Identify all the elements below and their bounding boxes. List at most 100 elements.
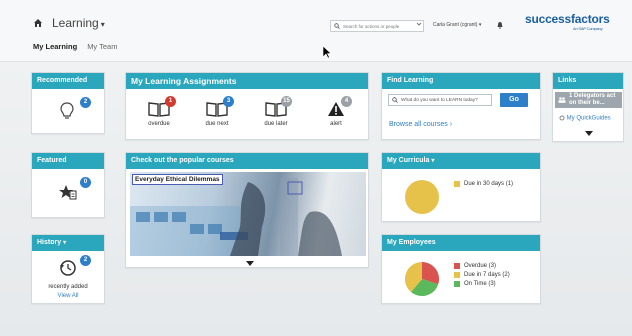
tile-title: History — [37, 239, 62, 246]
chevron-down-icon: ▾ — [431, 158, 435, 164]
links-tile: Links 1 Delegators act on their be... My… — [552, 72, 624, 142]
assignment-count-badge: 15 — [281, 96, 292, 107]
assignment-overdue[interactable]: overdue 1 — [134, 96, 184, 127]
home-icon[interactable] — [33, 18, 43, 28]
tab-my-learning[interactable]: My Learning — [33, 42, 77, 51]
legend-label: Due in 30 days (1) — [464, 181, 514, 187]
popular-courses-tile: Check out the popular courses Everyday E… — [125, 152, 369, 268]
legend-swatch — [454, 281, 460, 287]
link-text: Browse all courses — [389, 121, 448, 128]
search-dropdown-button[interactable] — [414, 21, 423, 31]
learning-search-input[interactable]: What do you want to LEARN today? — [388, 94, 492, 106]
delegators-item[interactable]: 1 Delegators act on their be... — [555, 92, 622, 108]
logo-text: successfactors — [525, 12, 610, 26]
chevron-down-icon[interactable] — [585, 131, 593, 136]
search-placeholder: Search for actions or people — [343, 23, 400, 29]
learning-assignments-tile: My Learning Assignments overdue 1 due ne… — [125, 72, 369, 140]
successfactors-logo[interactable]: successfactors An SAP Company — [525, 12, 610, 31]
tile-title: Featured — [37, 157, 67, 164]
tab-my-team[interactable]: My Team — [87, 42, 117, 51]
tile-header[interactable]: My Curricula ▾ — [382, 153, 540, 169]
assignment-count-badge: 4 — [341, 96, 352, 107]
module-label: Learning — [52, 16, 99, 30]
tile-header: My Learning Assignments — [126, 73, 368, 89]
legend-item: Overdue (3) — [454, 263, 510, 269]
search-icon — [392, 97, 398, 103]
people-icon — [558, 97, 566, 103]
assignment-label: alert — [330, 121, 342, 127]
chevron-down-icon: ▾ — [63, 240, 67, 246]
recommended-tile[interactable]: Recommended 2 — [31, 72, 105, 134]
star-list-icon — [59, 185, 77, 200]
find-learning-tile: Find Learning What do you want to LEARN … — [381, 72, 541, 140]
app-frame: Learning ▾ Search for actions or people C… — [0, 0, 632, 336]
tile-header: Recommended — [32, 73, 104, 89]
history-count-badge: 2 — [80, 255, 91, 266]
recommended-count-badge: 2 — [80, 97, 91, 108]
legend-swatch — [454, 272, 460, 278]
lightbulb-icon — [60, 102, 74, 119]
browse-all-courses-link[interactable]: Browse all courses › — [389, 121, 452, 128]
my-curricula-tile: My Curricula ▾ Due in 30 days (1) — [381, 152, 541, 222]
search-icon — [334, 23, 340, 29]
legend-item: Due in 30 days (1) — [454, 181, 513, 187]
top-bar: Learning ▾ Search for actions or people C… — [0, 0, 632, 62]
featured-count-badge: 0 — [80, 177, 91, 188]
search-input[interactable]: Search for actions or people — [330, 20, 424, 32]
link-text: My QuickGuides — [566, 115, 611, 122]
assignment-count-badge: 3 — [223, 96, 234, 107]
carousel-next-icon[interactable] — [246, 261, 254, 266]
tile-title: My Curricula — [387, 157, 430, 164]
legend-label: Due in 7 days (2) — [464, 272, 510, 278]
assignment-label: due next — [205, 121, 229, 127]
my-employees-tile: My Employees Overdue (3) Due in 7 days (… — [381, 234, 541, 304]
delegators-text: 1 Delegators act on their be... — [569, 93, 616, 106]
tile-header[interactable]: History ▾ — [32, 235, 104, 251]
tile-header: Find Learning — [382, 73, 540, 89]
gear-icon — [559, 115, 565, 121]
legend-label: Overdue (3) — [464, 263, 497, 269]
tile-title: My Learning Assignments — [131, 76, 237, 86]
legend-label: On Time (3) — [464, 281, 496, 287]
assignment-status-grid: overdue 1 due next 3 due later 15 alert … — [126, 89, 368, 149]
learning-tabs: My Learning My Team — [33, 42, 117, 51]
view-all-link[interactable]: View All — [32, 293, 104, 299]
logo-subtitle: An SAP Company — [573, 26, 603, 31]
employees-pie-chart — [404, 261, 440, 297]
recently-added-label: recently added — [48, 284, 88, 290]
tile-title: My Employees — [387, 239, 436, 246]
notification-bell-icon[interactable] — [496, 21, 504, 29]
curricula-pie-chart — [405, 180, 439, 214]
tile-title: Recommended — [37, 77, 88, 84]
mouse-cursor-icon — [322, 45, 332, 59]
assignment-label: overdue — [148, 121, 170, 127]
featured-tile[interactable]: Featured 0 — [31, 152, 105, 218]
course-title: Everyday Ethical Dilemmas — [132, 174, 223, 185]
tile-header: My Employees — [382, 235, 540, 251]
history-tile: History ▾ 2 recently added View All — [31, 234, 105, 304]
legend-swatch — [454, 181, 460, 187]
curricula-legend: Due in 30 days (1) — [454, 181, 513, 190]
learning-search-placeholder: What do you want to LEARN today? — [401, 97, 478, 103]
assignment-label: due later — [264, 121, 288, 127]
assignment-count-badge: 1 — [165, 96, 176, 107]
legend-swatch — [454, 263, 460, 269]
tile-header: Check out the popular courses — [126, 153, 368, 169]
chevron-down-icon: ▾ — [100, 20, 105, 29]
course-banner-image[interactable]: Everyday Ethical Dilemmas — [130, 172, 366, 256]
go-button[interactable]: Go — [500, 93, 528, 107]
my-quickguides-link[interactable]: My QuickGuides — [559, 115, 611, 122]
assignment-due-next[interactable]: due next 3 — [192, 96, 242, 127]
assignment-alert[interactable]: alert 4 — [311, 96, 361, 127]
user-menu[interactable]: Carla Grant (cgrant) ▾ — [433, 22, 481, 28]
legend-item: Due in 7 days (2) — [454, 272, 510, 278]
module-switcher[interactable]: Learning ▾ — [52, 16, 105, 30]
tile-header: Links — [553, 73, 623, 89]
employees-legend: Overdue (3) Due in 7 days (2) On Time (3… — [454, 263, 510, 290]
tile-title: Links — [558, 77, 577, 84]
tile-title: Find Learning — [387, 77, 434, 84]
pie-slice-due-30-days — [405, 180, 439, 214]
tile-title: Check out the popular courses — [131, 157, 234, 164]
history-clock-icon — [60, 260, 76, 276]
assignment-due-later[interactable]: due later 15 — [251, 96, 301, 127]
